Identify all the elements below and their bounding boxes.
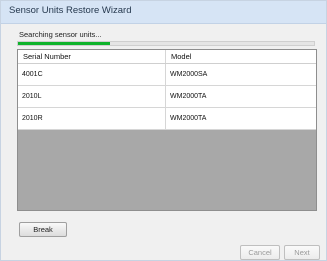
status-text: Searching sensor units... xyxy=(19,30,102,39)
table-row[interactable]: 4001C WM2000SA xyxy=(18,64,316,86)
cell-model: WM2000SA xyxy=(170,71,208,78)
window-title: Sensor Units Restore Wizard xyxy=(9,5,132,16)
title-bar: Sensor Units Restore Wizard xyxy=(1,1,326,24)
column-header-serial-number[interactable]: Serial Number xyxy=(18,50,166,63)
next-button[interactable]: Next xyxy=(284,245,320,260)
cell-serial: 2010L xyxy=(18,86,166,107)
cancel-button[interactable]: Cancel xyxy=(240,245,280,260)
column-header-model[interactable]: Model xyxy=(166,50,316,63)
cell-model: WM2000TA xyxy=(170,93,207,100)
progress-bar xyxy=(17,41,315,46)
sensor-units-table: Serial Number Model 4001C WM2000SA 2010L… xyxy=(17,49,317,211)
cell-model: WM2000TA xyxy=(170,115,207,122)
cell-serial: 2010R xyxy=(18,108,166,129)
wizard-window: Sensor Units Restore Wizard Searching se… xyxy=(0,0,327,261)
table-header: Serial Number Model xyxy=(18,50,316,64)
break-button[interactable]: Break xyxy=(19,222,67,237)
table-row[interactable]: 2010R WM2000TA xyxy=(18,108,316,130)
table-row[interactable]: 2010L WM2000TA xyxy=(18,86,316,108)
cell-serial: 4001C xyxy=(18,64,166,85)
progress-fill xyxy=(18,42,110,45)
